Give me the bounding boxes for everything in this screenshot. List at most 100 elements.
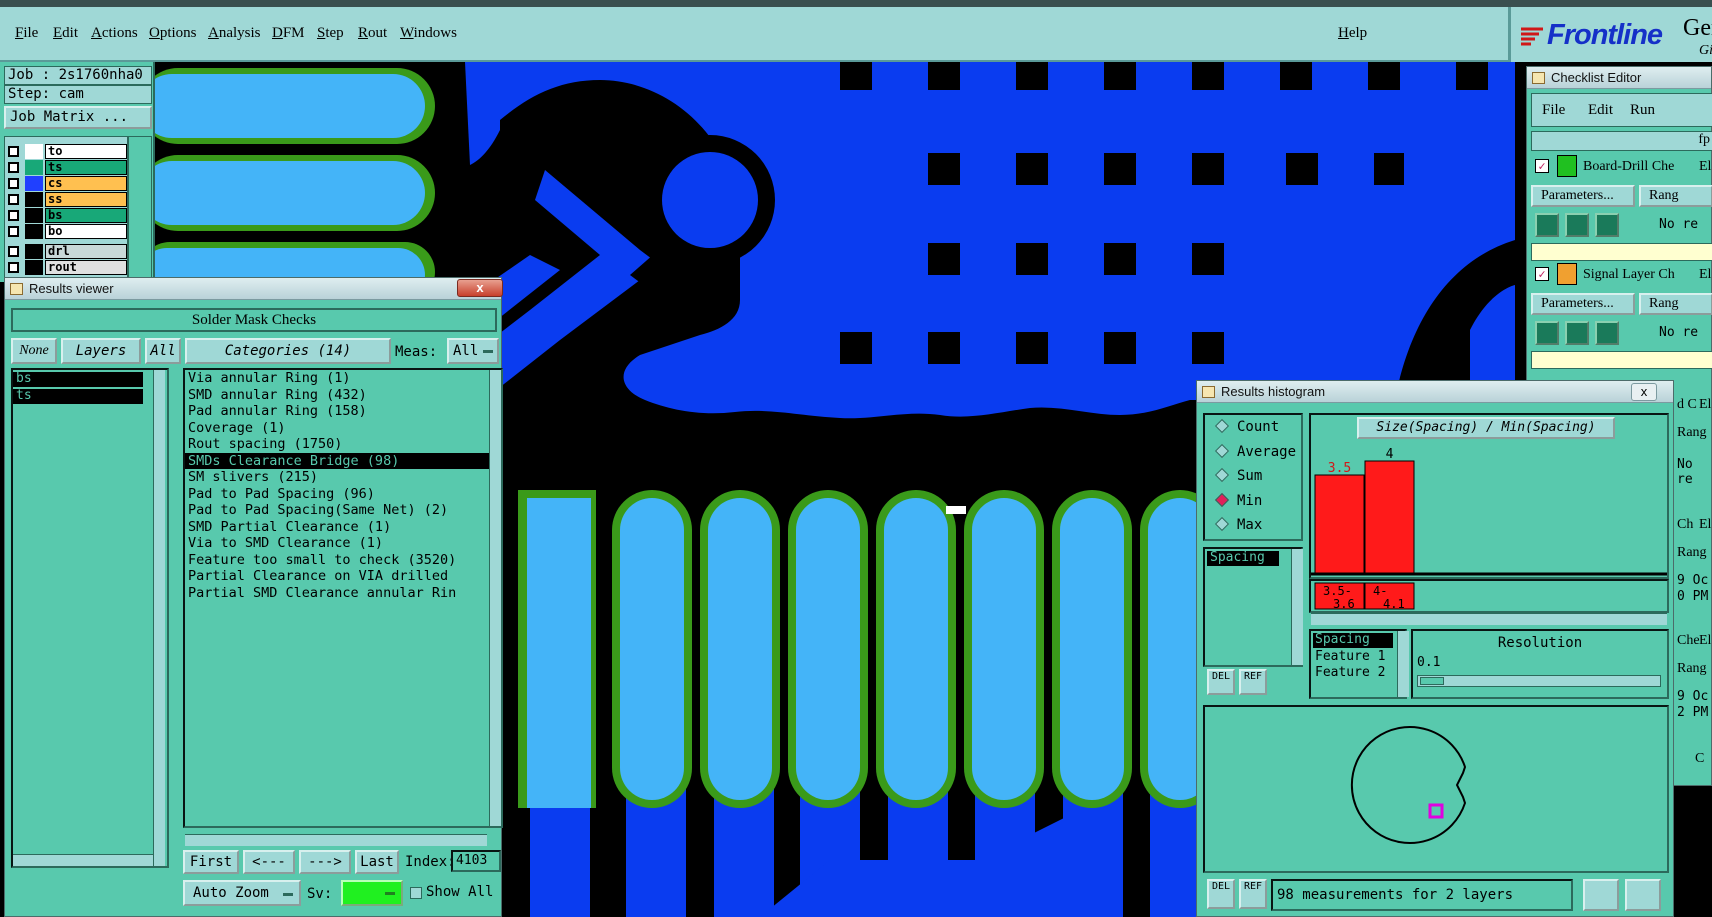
item1-range-button[interactable]: Rang	[1639, 185, 1712, 207]
mode-radio-count[interactable]: Count	[1214, 417, 1279, 437]
category-item[interactable]: SMD Partial Clearance (1)	[185, 519, 501, 536]
item2-run-icon-2[interactable]	[1565, 321, 1589, 345]
mode-radio-average[interactable]: Average	[1214, 442, 1296, 462]
menu-options[interactable]: Options	[149, 25, 197, 42]
resolution-slider[interactable]	[1417, 675, 1661, 687]
layer-checkbox[interactable]	[8, 262, 19, 273]
item1-run-icon-2[interactable]	[1565, 213, 1589, 237]
severity-dropdown[interactable]	[341, 880, 403, 906]
measure-list[interactable]: Spacing	[1203, 547, 1303, 667]
layer-list-vscroll[interactable]	[153, 370, 165, 866]
layer-checkbox[interactable]	[8, 146, 19, 157]
checklist-menu-file[interactable]: File	[1542, 102, 1565, 119]
item2-parameters-button[interactable]: Parameters...	[1531, 293, 1635, 315]
layer-row-ss[interactable]: ss	[5, 192, 127, 207]
histogram-bars[interactable]: 3.54	[1311, 415, 1667, 577]
histogram-titlebar[interactable]: Results histogram	[1197, 381, 1673, 403]
menu-analysis[interactable]: Analysis	[208, 25, 261, 42]
layer-row-cs[interactable]: cs	[5, 176, 127, 191]
item1-run-icon[interactable]	[1535, 213, 1559, 237]
next-button[interactable]: --->	[299, 850, 351, 874]
zoom-fit-icon[interactable]	[1583, 879, 1619, 911]
category-item[interactable]: Via to SMD Clearance (1)	[185, 535, 501, 552]
item2-run-icon[interactable]	[1535, 321, 1559, 345]
first-button[interactable]: First	[183, 850, 239, 874]
layer-list-scrollbar[interactable]	[128, 136, 152, 282]
menu-windows[interactable]: Windows	[400, 25, 457, 42]
menu-step[interactable]: Step	[317, 25, 344, 42]
category-list-hscroll[interactable]	[185, 834, 487, 846]
category-item[interactable]: Pad to Pad Spacing(Same Net) (2)	[185, 502, 501, 519]
layer-row-rout[interactable]: rout	[5, 260, 127, 275]
layers-all-button[interactable]: All	[145, 338, 181, 364]
results-viewer-titlebar[interactable]: Results viewer	[5, 278, 501, 300]
measure-del-button[interactable]: DEL	[1207, 669, 1235, 695]
category-item[interactable]: Partial SMD Clearance annular Rin	[185, 585, 501, 602]
layer-checkbox[interactable]	[8, 194, 19, 205]
results-category-list[interactable]: Via annular Ring (1) SMD annular Ring (43…	[183, 368, 503, 828]
checklist-menu-run[interactable]: Run	[1630, 102, 1655, 119]
mode-radio-min[interactable]: Min	[1214, 491, 1262, 511]
measure-ref-button[interactable]: REF	[1239, 669, 1267, 695]
layer-row-to[interactable]: to	[5, 144, 127, 159]
layer-checkbox[interactable]	[8, 226, 19, 237]
item2-range-button[interactable]: Rang	[1639, 293, 1712, 315]
preview-del-button[interactable]: DEL	[1207, 879, 1235, 909]
category-item[interactable]: Via annular Ring (1)	[185, 370, 501, 387]
layer-row-bs[interactable]: bs	[5, 208, 127, 223]
histogram-hscroll[interactable]	[1311, 613, 1667, 625]
layer-row-ts[interactable]: ts	[5, 160, 127, 175]
category-list-vscroll[interactable]	[489, 370, 501, 826]
layer-row-bo[interactable]: bo	[5, 224, 127, 239]
item1-enable-checkbox[interactable]: ✓	[1535, 159, 1549, 173]
category-item[interactable]: Pad annular Ring (158)	[185, 403, 501, 420]
resolution-slider-thumb[interactable]	[1420, 677, 1444, 685]
item3-range-button[interactable]: Rang	[1677, 425, 1707, 441]
mode-radio-max[interactable]: Max	[1214, 515, 1262, 535]
previous-button[interactable]: <---	[243, 850, 295, 874]
index-input[interactable]: 4103	[451, 850, 501, 872]
menu-rout[interactable]: Rout	[358, 25, 387, 42]
layer-checkbox[interactable]	[8, 210, 19, 221]
layers-none-button[interactable]: None	[11, 338, 57, 364]
layer-row-drl[interactable]: drl	[5, 244, 127, 259]
job-matrix-button[interactable]: Job Matrix ...	[4, 106, 152, 129]
histogram-close-button[interactable]: x	[1631, 383, 1657, 401]
item2-run-icon-3[interactable]	[1595, 321, 1619, 345]
preview-ref-button[interactable]: REF	[1239, 879, 1267, 909]
histogram-bar[interactable]	[1314, 474, 1365, 574]
category-item[interactable]: Pad to Pad Spacing (96)	[185, 486, 501, 503]
checklist-titlebar[interactable]: Checklist Editor	[1527, 67, 1711, 89]
category-item[interactable]: SMD annular Ring (432)	[185, 387, 501, 404]
layer-list-hscroll[interactable]	[13, 854, 153, 866]
field-list[interactable]: Spacing Feature 1 Feature 2	[1309, 629, 1407, 699]
field-list-vscroll[interactable]	[1397, 631, 1409, 697]
measure-item-spacing[interactable]: Spacing	[1207, 551, 1279, 566]
field-item-feature2[interactable]: Feature 2	[1313, 666, 1405, 680]
category-item[interactable]: Partial Clearance on VIA drilled	[185, 568, 501, 585]
show-all-checkbox[interactable]	[410, 887, 422, 899]
zoom-previous-icon[interactable]	[1625, 879, 1661, 911]
item1-parameters-button[interactable]: Parameters...	[1531, 185, 1635, 207]
menu-dfm[interactable]: DFM	[272, 25, 305, 42]
layer-checkbox[interactable]	[8, 246, 19, 257]
results-layer-list[interactable]: bs ts	[11, 368, 169, 868]
category-item[interactable]: SM slivers (215)	[185, 469, 501, 486]
field-item-feature1[interactable]: Feature 1	[1313, 650, 1405, 664]
layer-checkbox[interactable]	[8, 162, 19, 173]
menu-actions[interactable]: Actions	[91, 25, 138, 42]
menu-edit[interactable]: Edit	[53, 25, 78, 42]
category-item[interactable]: Feature too small to check (3520)	[185, 552, 501, 569]
item5-range-button[interactable]: Rang	[1677, 661, 1707, 677]
layer-checkbox[interactable]	[8, 178, 19, 189]
measure-list-vscroll[interactable]	[1291, 549, 1303, 665]
menu-file[interactable]: File	[15, 25, 38, 42]
categories-button[interactable]: Categories (14)	[185, 338, 391, 364]
category-item[interactable]: Rout spacing (1750)	[185, 436, 501, 453]
results-viewer-close-button[interactable]: x	[457, 279, 503, 297]
menu-help[interactable]: Help	[1338, 25, 1367, 42]
auto-zoom-dropdown[interactable]: Auto Zoom	[183, 880, 301, 906]
checklist-menu-edit[interactable]: Edit	[1588, 102, 1613, 119]
category-item[interactable]: SMDs Clearance Bridge (98)	[185, 452, 501, 469]
results-layer-item[interactable]: bs	[13, 372, 143, 387]
